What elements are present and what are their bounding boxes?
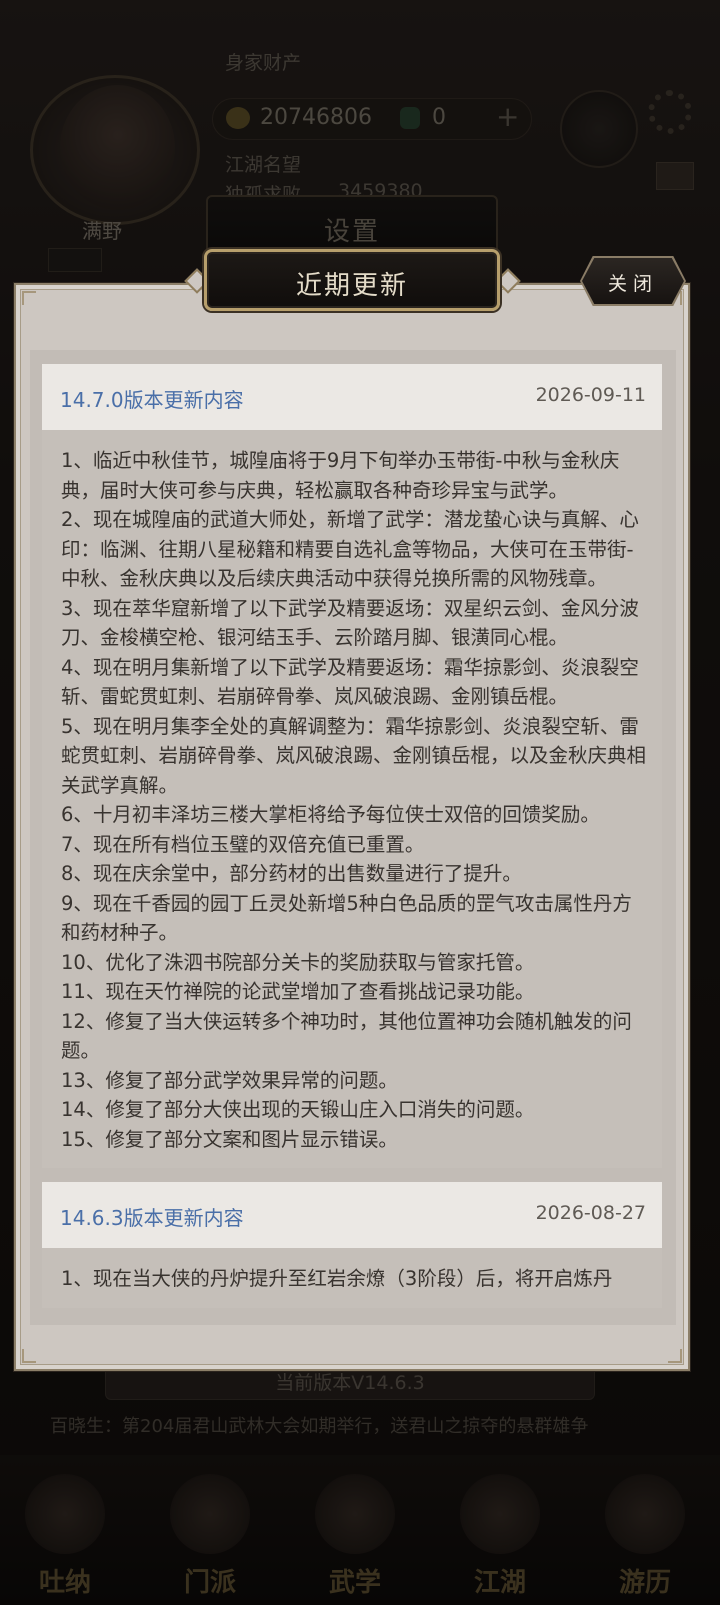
- release-body: 1、临近中秋佳节，城隍庙将于9月下旬举办玉带街-中秋与金秋庆典，届时大侠可参与庆…: [42, 430, 662, 1168]
- release-item: 12、修复了当大侠运转多个神功时，其他位置神功会随机触发的问题。: [61, 1009, 632, 1063]
- corner-ornament: [22, 1349, 36, 1363]
- release-item: 7、现在所有档位玉璧的双倍充值已重置。: [61, 832, 425, 856]
- release-header: 14.6.3版本更新内容 2026-08-27: [42, 1182, 662, 1248]
- release-card: 14.7.0版本更新内容 2026-09-11 1、临近中秋佳节，城隍庙将于9月…: [42, 364, 662, 1168]
- release-title: 14.7.0版本更新内容: [60, 388, 244, 412]
- release-item: 8、现在庆余堂中，部分药材的出售数量进行了提升。: [61, 862, 522, 885]
- release-item: 2、现在城隍庙的武道大师处，新增了武学：潜龙蛰心诀与真解、心印：临渊、往期八星秘…: [61, 508, 639, 590]
- release-header: 14.7.0版本更新内容 2026-09-11: [42, 364, 662, 430]
- release-item: 15、修复了部分文案和图片显示错误。: [61, 1127, 398, 1151]
- release-title: 14.6.3版本更新内容: [60, 1206, 244, 1230]
- release-body: 1、现在当大侠的丹炉提升至红岩余燎（3阶段）后，将开启炼丹: [42, 1248, 662, 1308]
- corner-ornament: [668, 1349, 682, 1363]
- release-date: 2026-08-27: [535, 1202, 646, 1224]
- release-item: 10、优化了洙泗书院部分关卡的奖励获取与管家托管。: [61, 950, 535, 974]
- release-item: 9、现在千香园的园丁丘灵处新增5种白色品质的罡气攻击属性丹方和药材种子。: [61, 891, 632, 945]
- release-card: 14.6.3版本更新内容 2026-08-27 1、现在当大侠的丹炉提升至红岩余…: [42, 1182, 662, 1308]
- close-button-label: 关闭: [607, 273, 658, 295]
- dialog-title: 近期更新: [295, 271, 408, 301]
- dialog-title-plate: 近期更新: [204, 249, 500, 311]
- release-item: 14、修复了部分大侠出现的天锻山庄入口消失的问题。: [61, 1098, 535, 1121]
- update-list[interactable]: 14.7.0版本更新内容 2026-09-11 1、临近中秋佳节，城隍庙将于9月…: [30, 350, 676, 1325]
- close-button[interactable]: 关闭: [582, 258, 684, 304]
- corner-ornament: [22, 291, 36, 305]
- release-item: 5、现在明月集李全处的真解调整为：霜华掠影剑、炎浪裂空斩、雷蛇贯虹刺、岩崩碎骨拳…: [61, 714, 647, 797]
- release-item: 1、临近中秋佳节，城隍庙将于9月下旬举办玉带街-中秋与金秋庆典，届时大侠可参与庆…: [61, 449, 620, 502]
- release-item: 4、现在明月集新增了以下武学及精要返场：霜华掠影剑、炎浪裂空斩、雷蛇贯虹刺、岩崩…: [61, 655, 639, 709]
- release-item: 3、现在萃华窟新增了以下武学及精要返场：双星织云剑、金风分波刀、金梭横空枪、银河…: [61, 596, 639, 650]
- release-date: 2026-09-11: [535, 384, 646, 406]
- release-item: 6、十月初丰泽坊三楼大掌柜将给予每位侠士双倍的回馈奖励。: [61, 803, 600, 826]
- release-item: 1、现在当大侠的丹炉提升至红岩余燎（3阶段）后，将开启炼丹: [61, 1267, 613, 1290]
- release-item: 11、现在天竹禅院的论武堂增加了查看挑战记录功能。: [61, 980, 535, 1003]
- release-item: 13、修复了部分武学效果异常的问题。: [61, 1068, 398, 1092]
